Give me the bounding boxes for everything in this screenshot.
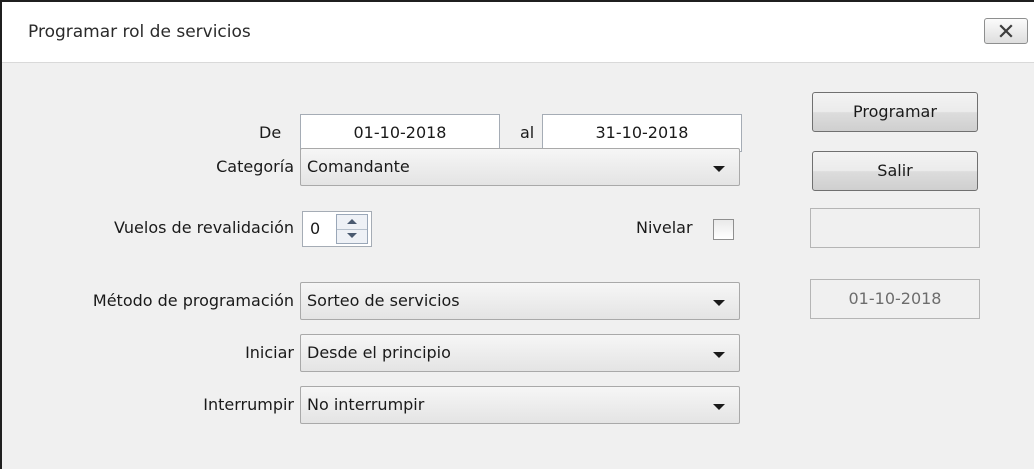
salir-button[interactable]: Salir [812, 151, 978, 191]
title-bar: Programar rol de servicios [2, 2, 1034, 63]
categoria-select[interactable]: Comandante [300, 148, 740, 186]
iniciar-select[interactable]: Desde el principio [300, 334, 740, 372]
iniciar-label: Iniciar [245, 343, 294, 362]
from-date-label: De [259, 123, 282, 142]
status-field [810, 208, 980, 248]
decrement-arrow-icon[interactable] [337, 229, 367, 243]
interrumpir-value: No interrumpir [307, 395, 425, 414]
programar-button[interactable]: Programar [812, 92, 978, 132]
interrumpir-label: Interrumpir [203, 395, 294, 414]
close-icon [999, 24, 1013, 38]
metodo-label: Método de programación [92, 291, 294, 310]
chevron-down-icon [713, 404, 725, 410]
categoria-label: Categoría [216, 157, 294, 176]
metodo-select[interactable]: Sorteo de servicios [300, 282, 740, 320]
window-title: Programar rol de servicios [28, 22, 251, 42]
increment-arrow-icon[interactable] [337, 215, 367, 230]
spin-buttons [336, 214, 368, 244]
iniciar-value: Desde el principio [307, 343, 451, 362]
close-button[interactable] [984, 18, 1028, 44]
from-date-input[interactable]: 01-10-2018 [300, 114, 500, 152]
to-date-label: al [520, 123, 535, 142]
programar-rol-dialog: Programar rol de servicios De 01-10-2018… [0, 0, 1034, 469]
vuelos-label: Vuelos de revalidación [114, 218, 294, 237]
nivelar-label: Nivelar [636, 218, 693, 237]
categoria-value: Comandante [307, 157, 410, 176]
chevron-down-icon [713, 166, 725, 172]
vuelos-stepper[interactable]: 0 [302, 211, 372, 247]
metodo-value: Sorteo de servicios [307, 291, 460, 310]
to-date-input[interactable]: 31-10-2018 [542, 114, 742, 152]
chevron-down-icon [713, 352, 725, 358]
current-date-field: 01-10-2018 [810, 279, 980, 319]
vuelos-value: 0 [310, 219, 321, 238]
interrumpir-select[interactable]: No interrumpir [300, 386, 740, 424]
chevron-down-icon [713, 300, 725, 306]
nivelar-checkbox[interactable] [713, 219, 734, 240]
